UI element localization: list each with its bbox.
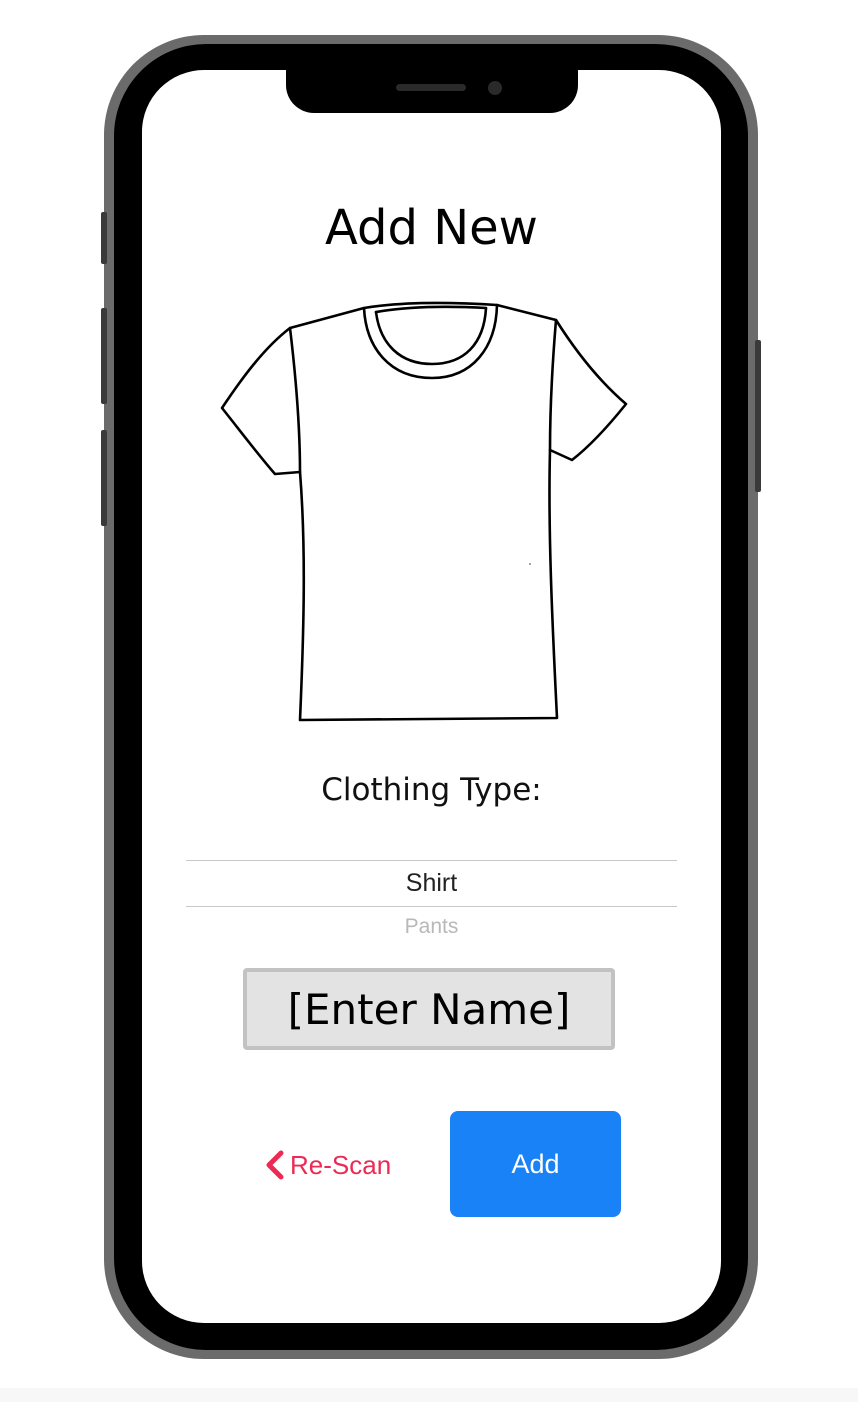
chevron-left-icon xyxy=(266,1150,284,1180)
picker-option-pants[interactable]: Pants xyxy=(186,906,677,948)
earpiece-speaker xyxy=(396,84,466,91)
page: Add New Clothing Type: Shirt Pants [Ente… xyxy=(0,0,858,1402)
app-screen: Add New Clothing Type: Shirt Pants [Ente… xyxy=(142,70,721,1323)
name-input[interactable] xyxy=(243,968,615,1050)
volume-down-button xyxy=(101,430,107,526)
picker-option-shirt[interactable]: Shirt xyxy=(186,860,677,906)
rescan-button[interactable]: Re-Scan xyxy=(264,1142,391,1188)
page-title: Add New xyxy=(325,200,538,256)
volume-up-button xyxy=(101,308,107,404)
power-button xyxy=(755,340,761,492)
front-camera xyxy=(488,81,502,95)
clothing-type-picker[interactable]: Shirt Pants xyxy=(186,860,677,950)
rescan-label: Re-Scan xyxy=(290,1149,392,1180)
add-button[interactable]: Add xyxy=(450,1111,621,1217)
page-footer-strip xyxy=(0,1388,858,1402)
clothing-type-label: Clothing Type: xyxy=(321,772,542,808)
tshirt-illustration xyxy=(220,301,628,722)
silent-switch xyxy=(101,212,107,264)
